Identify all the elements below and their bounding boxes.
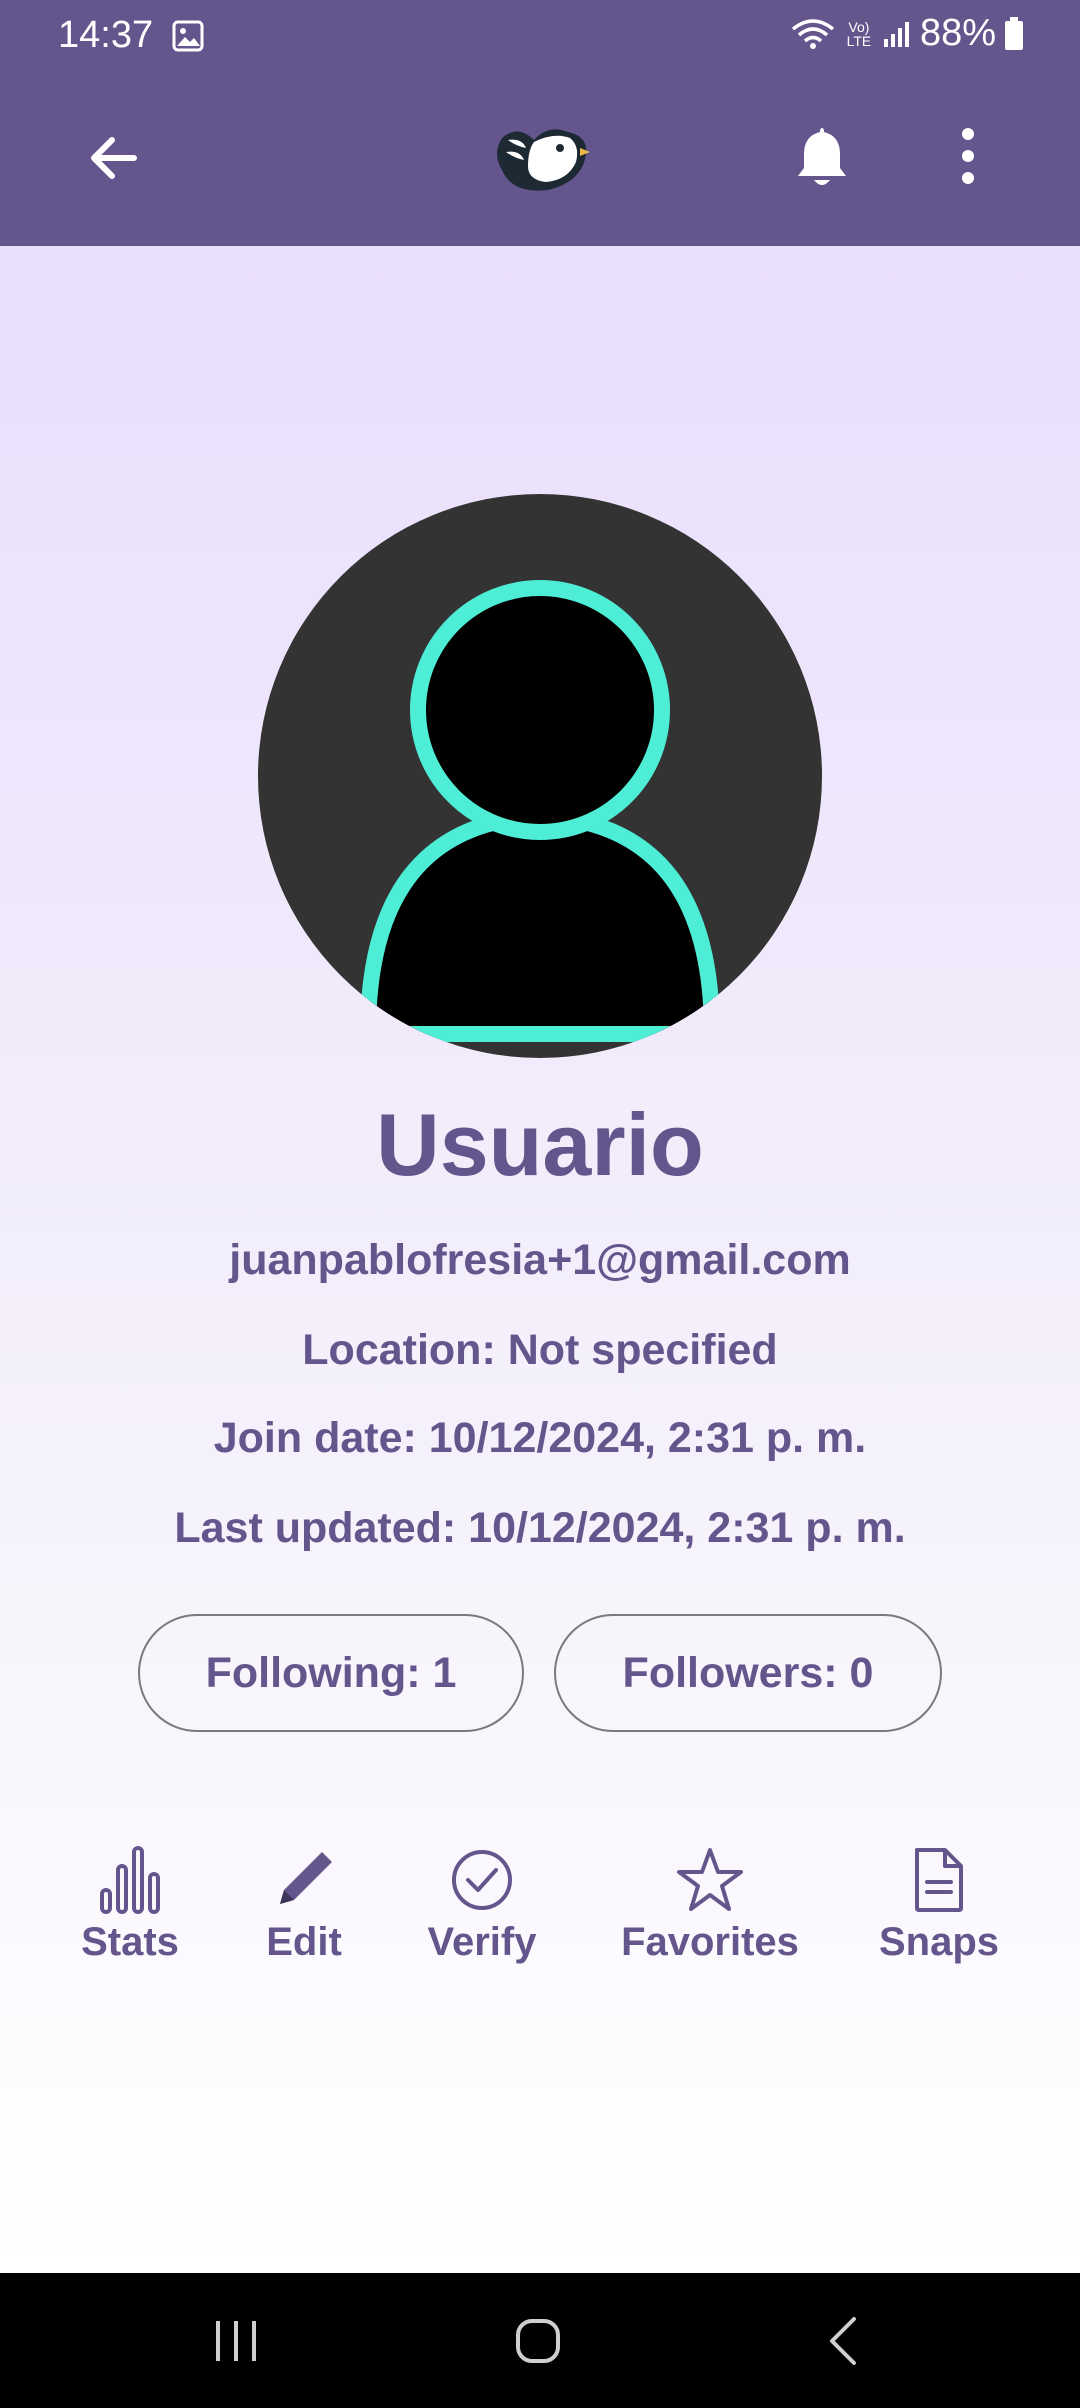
signal-icon bbox=[883, 21, 909, 47]
profile-join-date: Join date: 10/12/2024, 2:31 p. m. bbox=[213, 1414, 867, 1462]
system-nav-bar bbox=[0, 2273, 1080, 2408]
verify-button[interactable]: Verify bbox=[420, 1844, 544, 1965]
arrow-left-icon[interactable] bbox=[82, 126, 146, 190]
star-icon bbox=[677, 1848, 743, 1911]
wifi-icon bbox=[791, 18, 835, 49]
following-button[interactable]: Following: 1 bbox=[138, 1614, 524, 1732]
battery-icon bbox=[1005, 16, 1023, 50]
document-icon bbox=[915, 1848, 963, 1912]
snaps-button[interactable]: Snaps bbox=[872, 1844, 1006, 1965]
profile-email: juanpablofresia+1@gmail.com bbox=[229, 1236, 851, 1284]
bar-chart-icon bbox=[100, 1846, 160, 1914]
pencil-icon bbox=[280, 1852, 332, 1904]
volte-indicator: Vo) LTE bbox=[846, 18, 872, 49]
snaps-label: Snaps bbox=[878, 1920, 1000, 1964]
profile-name: Usuario bbox=[376, 1095, 704, 1194]
followers-button[interactable]: Followers: 0 bbox=[554, 1614, 942, 1732]
edit-label: Edit bbox=[266, 1920, 342, 1964]
profile-content: Usuario juanpablofresia+1@gmail.com Loca… bbox=[0, 246, 1080, 2273]
check-circle-icon bbox=[452, 1850, 512, 1910]
app-bar bbox=[0, 72, 1080, 246]
battery-percent: 88% bbox=[919, 12, 996, 54]
edit-button[interactable]: Edit bbox=[244, 1844, 364, 1965]
recent-apps-icon[interactable] bbox=[212, 2317, 262, 2365]
status-indicators: Vo) LTE 88% bbox=[790, 12, 1024, 55]
home-icon[interactable] bbox=[514, 2317, 562, 2365]
more-vertical-icon[interactable] bbox=[948, 124, 988, 188]
status-time: 14:37 bbox=[58, 14, 154, 56]
nav-back-icon[interactable] bbox=[824, 2315, 860, 2367]
gallery-notification-icon bbox=[172, 20, 204, 52]
stats-label: Stats bbox=[81, 1920, 179, 1964]
bell-icon[interactable] bbox=[792, 122, 852, 192]
avatar[interactable] bbox=[258, 494, 822, 1058]
verify-label: Verify bbox=[427, 1920, 537, 1964]
status-bar: 14:37 Vo) LTE 88% bbox=[0, 0, 1080, 72]
favorites-button[interactable]: Favorites bbox=[618, 1844, 802, 1965]
profile-location: Location: Not specified bbox=[302, 1326, 778, 1374]
stats-button[interactable]: Stats bbox=[70, 1844, 190, 1965]
favorites-label: Favorites bbox=[621, 1920, 799, 1964]
bird-logo-icon bbox=[497, 129, 590, 191]
profile-last-updated: Last updated: 10/12/2024, 2:31 p. m. bbox=[174, 1504, 906, 1552]
